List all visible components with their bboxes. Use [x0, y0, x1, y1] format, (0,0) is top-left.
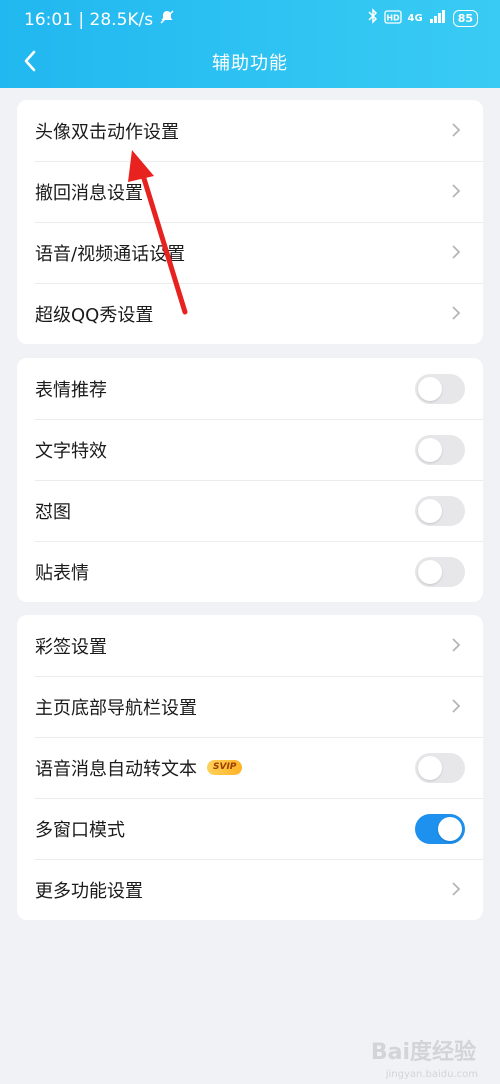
row-multi-window: 多窗口模式	[17, 798, 483, 859]
row-text-effects: 文字特效	[17, 419, 483, 480]
network-type: 4G	[407, 13, 423, 24]
status-bar: 16:01 | 28.5K/s HD 4G 85	[0, 6, 500, 34]
watermark-logo: Bai度经验	[370, 1040, 476, 1065]
toggle-knob	[438, 817, 462, 841]
row-emoji-recommend: 表情推荐	[17, 358, 483, 419]
row-label: 文字特效	[35, 440, 107, 462]
hd-icon: HD	[383, 9, 402, 29]
app-header: 16:01 | 28.5K/s HD 4G 85 辅助功能	[0, 0, 500, 88]
row-color-tag[interactable]: 彩签设置	[17, 615, 483, 676]
row-label: 更多功能设置	[35, 880, 143, 902]
row-label: 主页底部导航栏设置	[35, 697, 197, 719]
toggle-knob	[418, 377, 442, 401]
row-label: 超级QQ秀设置	[35, 304, 154, 326]
multi-window-toggle[interactable]	[415, 814, 465, 844]
text-effects-toggle[interactable]	[415, 435, 465, 465]
toggle-knob	[418, 560, 442, 584]
row-super-qq-show[interactable]: 超级QQ秀设置	[17, 283, 483, 344]
row-label: 撤回消息设置	[35, 182, 143, 204]
settings-card-1: 头像双击动作设置 撤回消息设置 语音/视频通话设置 超级QQ秀设置	[17, 100, 483, 344]
row-avatar-double-tap[interactable]: 头像双击动作设置	[17, 100, 483, 161]
svip-badge: SVIP	[207, 760, 243, 775]
row-label: 贴表情	[35, 562, 89, 584]
row-bottom-nav[interactable]: 主页底部导航栏设置	[17, 676, 483, 737]
chevron-right-icon	[452, 882, 461, 896]
title-bar: 辅助功能	[0, 42, 500, 82]
toggle-knob	[418, 438, 442, 462]
chevron-right-icon	[452, 699, 461, 713]
row-recall-message[interactable]: 撤回消息设置	[17, 161, 483, 222]
row-label: 彩签设置	[35, 636, 107, 658]
chevron-right-icon	[452, 306, 461, 320]
status-network-speed: 28.5K/s	[89, 9, 154, 30]
mute-notification-icon	[159, 9, 175, 30]
row-label: 多窗口模式	[35, 819, 125, 841]
settings-card-2: 表情推荐 文字特效 怼图 贴表情	[17, 358, 483, 602]
chevron-right-icon	[452, 184, 461, 198]
voice-to-text-toggle[interactable]	[415, 753, 465, 783]
row-label: 怼图	[35, 501, 71, 523]
chevron-right-icon	[452, 245, 461, 259]
row-meme-reply: 怼图	[17, 480, 483, 541]
row-label: 语音消息自动转文本	[35, 758, 197, 780]
status-time: 16:01	[24, 9, 73, 30]
signal-icon	[429, 9, 447, 29]
page-title: 辅助功能	[212, 53, 288, 74]
row-voice-video-call[interactable]: 语音/视频通话设置	[17, 222, 483, 283]
battery-level: 85	[452, 10, 478, 27]
meme-reply-toggle[interactable]	[415, 496, 465, 526]
emoji-recommend-toggle[interactable]	[415, 374, 465, 404]
watermark-url: jingyan.baidu.com	[385, 1069, 478, 1080]
row-more-settings[interactable]: 更多功能设置	[17, 859, 483, 920]
status-divider: |	[78, 9, 85, 30]
toggle-knob	[418, 499, 442, 523]
row-label: 语音/视频通话设置	[35, 243, 186, 265]
row-sticker-paste: 贴表情	[17, 541, 483, 602]
chevron-right-icon	[452, 123, 461, 137]
row-label: 表情推荐	[35, 379, 107, 401]
toggle-knob	[418, 756, 442, 780]
svg-text:HD: HD	[386, 13, 400, 22]
chevron-right-icon	[452, 638, 461, 652]
settings-card-3: 彩签设置 主页底部导航栏设置 语音消息自动转文本 SVIP 多窗口模式 更多功能…	[17, 615, 483, 920]
bluetooth-icon	[367, 8, 378, 29]
sticker-paste-toggle[interactable]	[415, 557, 465, 587]
row-voice-to-text: 语音消息自动转文本 SVIP	[17, 737, 483, 798]
row-label: 头像双击动作设置	[35, 121, 179, 143]
